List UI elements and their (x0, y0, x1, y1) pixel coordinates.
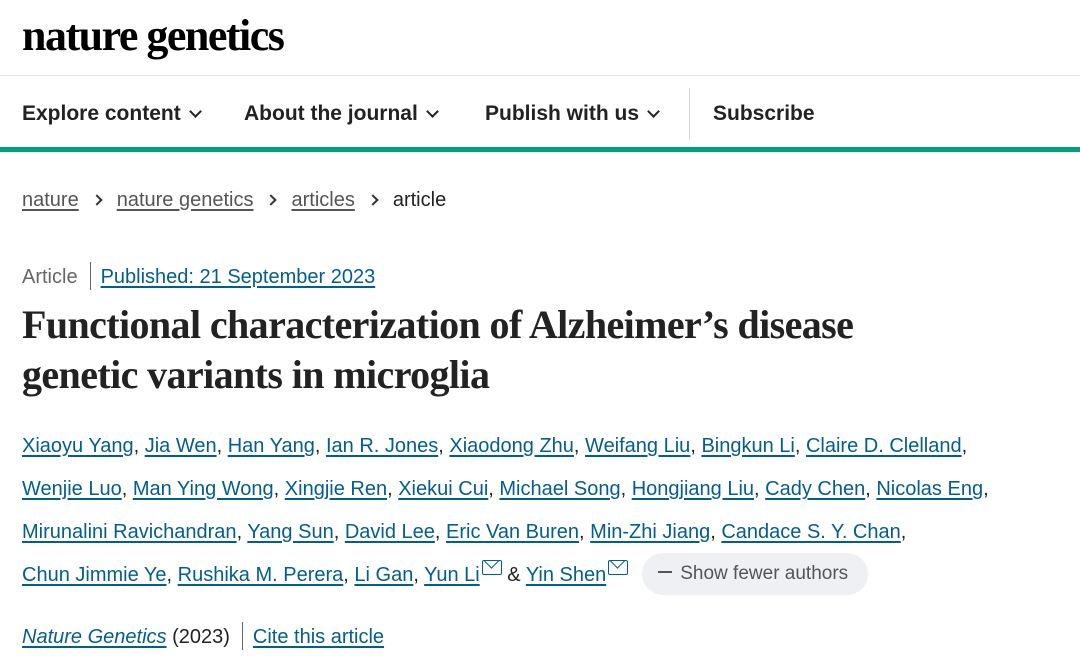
article-title: Functional characterization of Alzheimer… (22, 300, 1062, 400)
author-link[interactable]: Xiaodong Zhu (449, 435, 574, 457)
citation-year: (2023) (172, 626, 230, 648)
author-link[interactable]: Xiekui Cui (398, 478, 488, 500)
author-link[interactable]: Wenjie Luo (22, 478, 122, 500)
author-link[interactable]: Man Ying Wong (133, 478, 274, 500)
chevron-down-icon (188, 105, 202, 118)
nav-subscribe[interactable]: Subscribe (713, 100, 815, 128)
breadcrumb-link-nature[interactable]: nature (22, 189, 79, 211)
author-link[interactable]: Claire D. Clelland (806, 435, 962, 457)
breadcrumb-link-articles[interactable]: articles (291, 189, 354, 211)
nav-item-label: Explore content (22, 102, 181, 125)
title-line-1: Functional characterization of Alzheimer… (22, 302, 854, 347)
author-link[interactable]: Weifang Liu (585, 435, 690, 457)
chevron-right-icon (265, 194, 278, 206)
main-nav: Explore content About the journal Publis… (0, 76, 1080, 152)
author-link[interactable]: Jia Wen (145, 435, 217, 457)
author-link[interactable]: David Lee (345, 521, 435, 543)
author-link[interactable]: Ian R. Jones (326, 435, 438, 457)
author-link[interactable]: Yun Li (424, 564, 480, 586)
logo-bar: nature genetics (0, 0, 1080, 76)
nav-publish-with-us[interactable]: Publish with us (485, 100, 660, 128)
author-link[interactable]: Chun Jimmie Ye (22, 564, 167, 586)
author-link[interactable]: Min-Zhi Jiang (590, 521, 710, 543)
author-link[interactable]: Bingkun Li (701, 435, 794, 457)
article-type: Article (22, 266, 78, 288)
article-meta: Article Published: 21 September 2023 (22, 261, 376, 292)
minus-icon (658, 570, 673, 573)
nav-about-journal[interactable]: About the journal (244, 100, 439, 128)
nav-item-label: About the journal (244, 102, 418, 125)
author-link[interactable]: Hongjiang Liu (632, 478, 754, 500)
author-link[interactable]: Xingjie Ren (285, 478, 387, 500)
chevron-down-icon (647, 105, 660, 118)
show-fewer-label: Show fewer authors (680, 562, 849, 584)
nav-explore-content[interactable]: Explore content (22, 100, 202, 128)
breadcrumb-current: article (392, 189, 447, 211)
published-date-link[interactable]: Published: 21 September 2023 (101, 266, 376, 288)
journal-logo[interactable]: nature genetics (22, 10, 285, 62)
mail-icon[interactable] (608, 560, 629, 576)
breadcrumb-link-nature-genetics[interactable]: nature genetics (117, 189, 254, 211)
author-list: Xiaoyu Yang, Jia Wen, Han Yang, Ian R. J… (22, 425, 1062, 597)
author-link[interactable]: Candace S. Y. Chan (721, 521, 900, 543)
citation-line: Nature Genetics (2023) Cite this article (22, 621, 384, 652)
cite-this-article-link[interactable]: Cite this article (253, 626, 384, 648)
breadcrumb: nature nature genetics articles article (22, 186, 446, 214)
author-link[interactable]: Eric Van Buren (446, 521, 579, 543)
author-link[interactable]: Cady Chen (765, 478, 865, 500)
author-link[interactable]: Yin Shen (526, 564, 606, 586)
author-link[interactable]: Mirunalini Ravichandran (22, 521, 237, 543)
author-link[interactable]: Li Gan (354, 564, 413, 586)
author-link[interactable]: Han Yang (228, 435, 315, 457)
chevron-right-icon (367, 194, 379, 206)
chevron-down-icon (425, 105, 439, 118)
chevron-right-icon (91, 194, 103, 206)
author-link[interactable]: Michael Song (499, 478, 620, 500)
nav-item-label: Publish with us (485, 102, 640, 125)
title-line-2: genetic variants in microglia (22, 352, 490, 397)
mail-icon[interactable] (481, 560, 502, 576)
author-link[interactable]: Xiaoyu Yang (22, 435, 134, 457)
divider (89, 261, 91, 290)
author-link[interactable]: Nicolas Eng (876, 478, 983, 500)
divider (241, 621, 243, 650)
author-link[interactable]: Rushika M. Perera (178, 564, 344, 586)
author-link[interactable]: Yang Sun (247, 521, 333, 543)
show-fewer-authors-button[interactable]: Show fewer authors (642, 552, 869, 595)
nav-divider (689, 88, 690, 140)
nav-item-label: Subscribe (713, 102, 815, 125)
journal-link[interactable]: Nature Genetics (22, 626, 167, 648)
